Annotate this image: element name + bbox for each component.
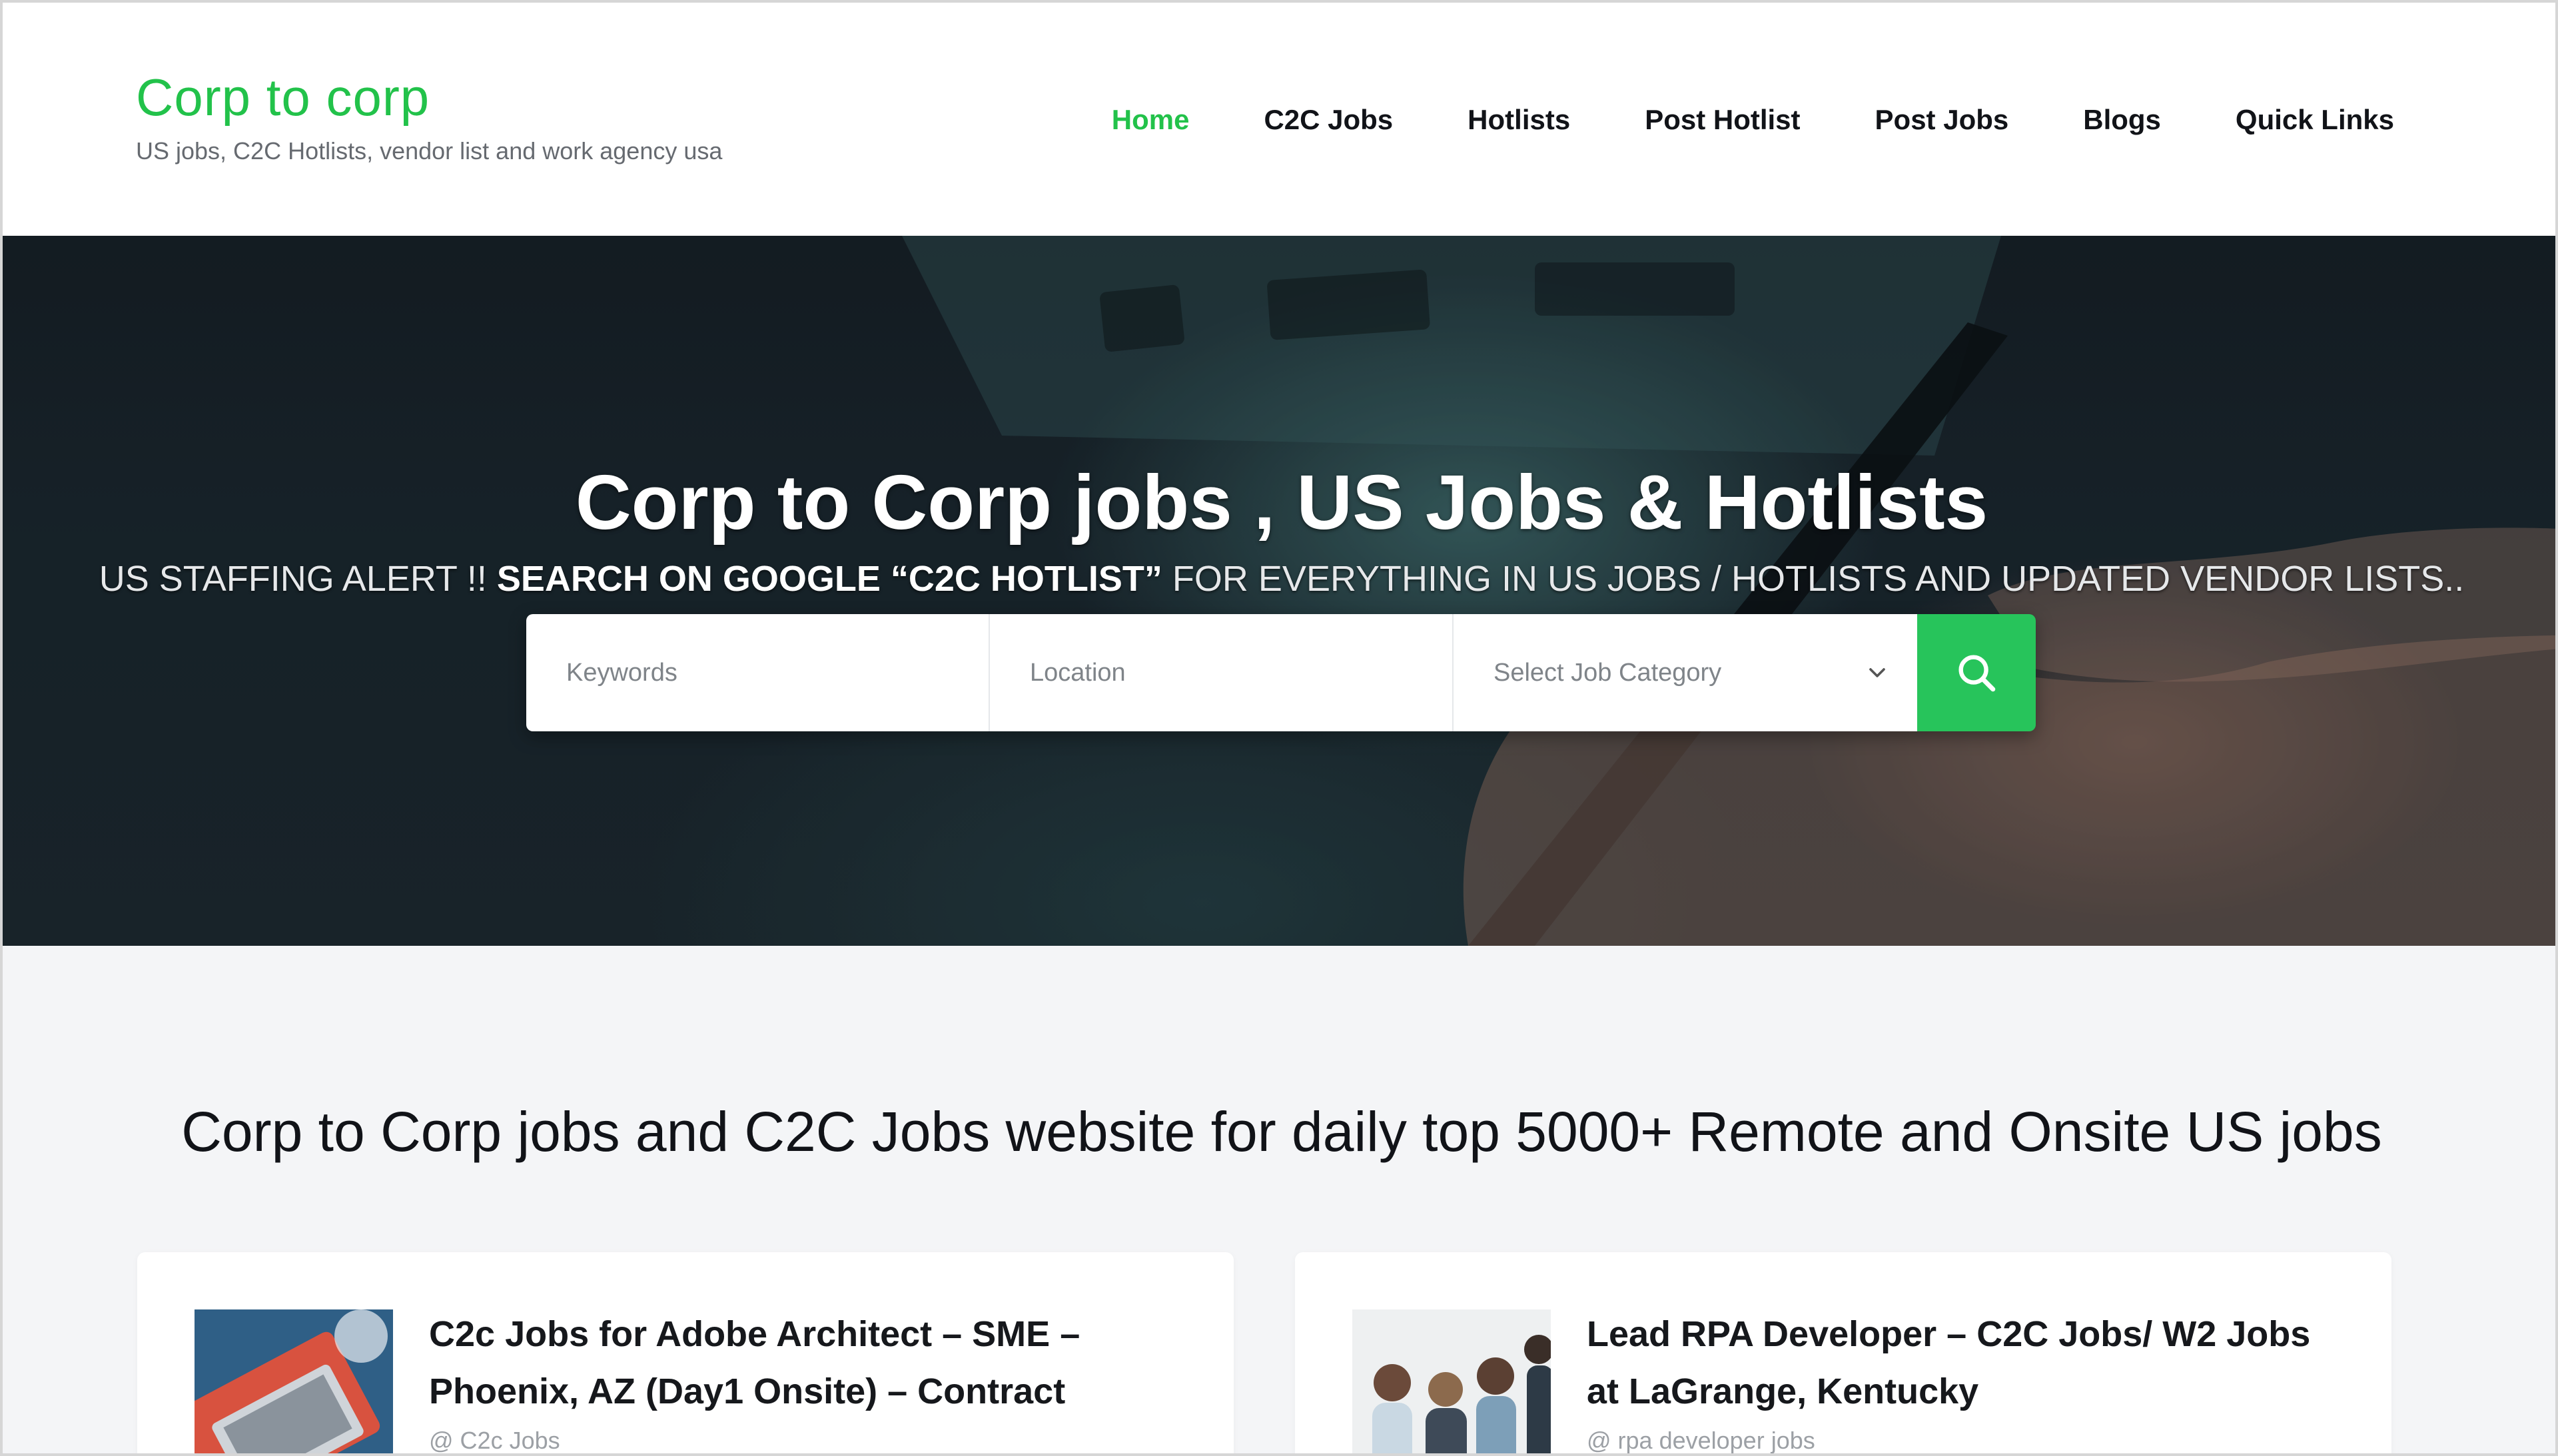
nav-item-hotlists[interactable]: Hotlists [1468, 100, 1570, 140]
job-card[interactable]: Lead RPA Developer – C2C Jobs/ W2 Jobs a… [1295, 1252, 2391, 1456]
staffing-alert-prefix: US STAFFING ALERT !! [99, 559, 497, 599]
search-button[interactable] [1917, 614, 2036, 731]
site-header: Corp to corp US jobs, C2C Hotlists, vend… [3, 3, 2555, 236]
keywords-input[interactable] [566, 658, 989, 687]
section-title: Corp to Corp jobs and C2C Jobs website f… [181, 1100, 2382, 1163]
job-thumbnail-laptop[interactable] [195, 1309, 393, 1456]
staffing-alert-suffix: FOR EVERYTHING IN US JOBS / HOTLISTS AND… [1162, 559, 2465, 599]
hero-banner: Corp to Corp jobs , US Jobs & Hotlists U… [3, 236, 2555, 946]
job-search-form: Select Job Category [526, 614, 2036, 731]
job-card-title-line2[interactable]: at LaGrange, Kentucky [1587, 1371, 1978, 1411]
job-category-select[interactable]: Select Job Category [1454, 614, 1917, 731]
chevron-down-icon [1869, 668, 1885, 677]
nav-item-post-jobs[interactable]: Post Jobs [1875, 100, 2009, 140]
site-tagline: US jobs, C2C Hotlists, vendor list and w… [136, 137, 723, 165]
job-card-category[interactable]: @ C2c Jobs [429, 1427, 560, 1453]
job-card[interactable]: C2c Jobs for Adobe Architect – SME – Pho… [137, 1252, 1234, 1456]
staffing-alert: US STAFFING ALERT !! SEARCH ON GOOGLE “C… [3, 555, 2555, 602]
location-field[interactable] [990, 614, 1454, 731]
nav-item-blogs[interactable]: Blogs [2083, 100, 2161, 140]
job-card-title-line1[interactable]: Lead RPA Developer – C2C Jobs/ W2 Jobs [1587, 1314, 2310, 1354]
nav-item-quick-links[interactable]: Quick Links [2236, 100, 2394, 140]
main-nav: Home C2C Jobs Hotlists Post Hotlist Post… [1112, 100, 2394, 140]
nav-item-home[interactable]: Home [1112, 100, 1190, 140]
brand[interactable]: Corp to corp US jobs, C2C Hotlists, vend… [136, 64, 722, 168]
page: Corp to corp US jobs, C2C Hotlists, vend… [0, 0, 2558, 1456]
staffing-alert-highlight: SEARCH ON GOOGLE “C2C HOTLIST” [496, 559, 1162, 599]
job-thumbnail-team[interactable] [1352, 1309, 1551, 1456]
job-card-title-line2[interactable]: Phoenix, AZ (Day1 Onsite) – Contract [429, 1371, 1065, 1411]
location-input[interactable] [1030, 658, 1452, 687]
search-icon [1958, 655, 1996, 692]
nav-item-post-hotlist[interactable]: Post Hotlist [1645, 100, 1800, 140]
job-card-title[interactable]: Lead RPA Developer – C2C Jobs/ W2 Jobs a… [1587, 1305, 2320, 1420]
job-card-title[interactable]: C2c Jobs for Adobe Architect – SME – Pho… [429, 1305, 1162, 1420]
job-category-value: Select Job Category [1493, 658, 1722, 687]
nav-item-c2c-jobs[interactable]: C2C Jobs [1264, 100, 1393, 140]
keywords-field[interactable] [526, 614, 990, 731]
job-card-category[interactable]: @ rpa developer jobs [1587, 1427, 1815, 1453]
site-title[interactable]: Corp to corp [136, 64, 722, 131]
hero-title: Corp to Corp jobs , US Jobs & Hotlists [575, 459, 1988, 546]
job-card-title-line1[interactable]: C2c Jobs for Adobe Architect – SME – [429, 1314, 1080, 1354]
